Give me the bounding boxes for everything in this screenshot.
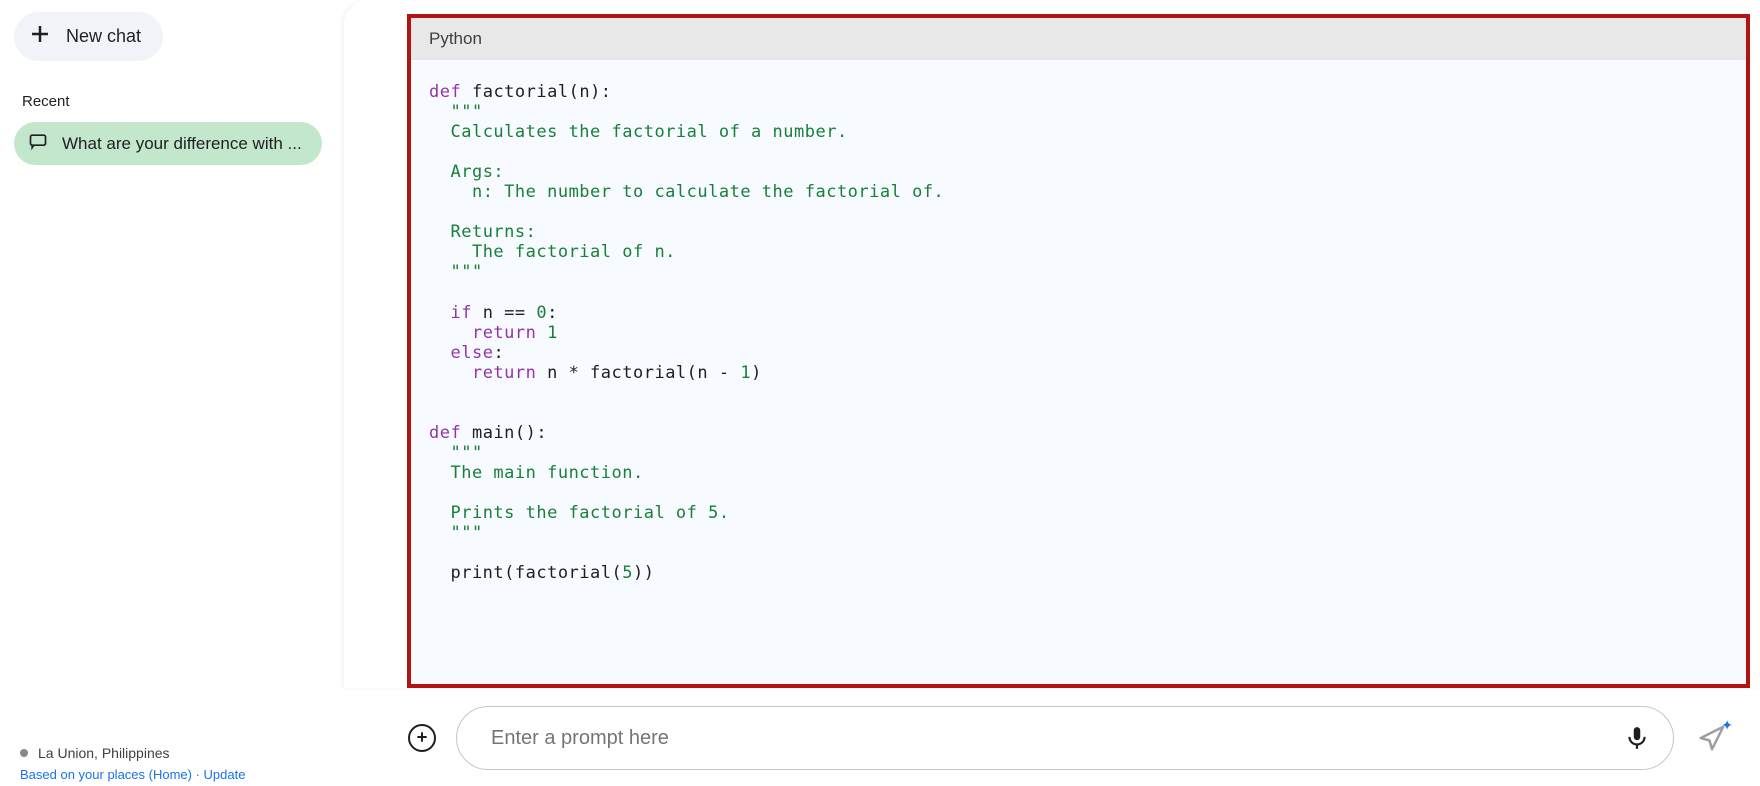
sidebar-footer: La Union, Philippines Based on your plac…: [14, 745, 330, 786]
plus-circle-icon: [414, 729, 430, 748]
sparkle-icon: ✦: [1721, 717, 1733, 734]
chat-icon: [28, 131, 48, 156]
sidebar-item-recent-0[interactable]: What are your difference with ...: [14, 122, 322, 165]
microphone-icon[interactable]: [1623, 724, 1651, 752]
new-chat-label: New chat: [66, 26, 141, 47]
location-text: La Union, Philippines: [38, 745, 170, 761]
send-button[interactable]: ✦: [1694, 720, 1730, 756]
location-dot-icon: [20, 749, 28, 757]
code-language-label: Python: [411, 18, 1746, 60]
code-body: def factorial(n): """ Calculates the fac…: [411, 60, 1746, 605]
prompt-bar: ✦: [344, 688, 1760, 786]
location-sub-link[interactable]: Based on your places (Home) · Update: [20, 767, 324, 782]
content-area: Python def factorial(n): """ Calculates …: [344, 0, 1760, 688]
code-block: Python def factorial(n): """ Calculates …: [407, 14, 1750, 688]
prompt-input[interactable]: [491, 727, 1623, 750]
sidebar: New chat Recent What are your difference…: [0, 0, 344, 786]
prompt-input-wrap: [456, 706, 1674, 770]
plus-icon: [28, 22, 52, 51]
add-button[interactable]: [408, 724, 436, 752]
location-row: La Union, Philippines: [20, 745, 324, 761]
recent-label: Recent: [14, 93, 330, 110]
main-area: Python def factorial(n): """ Calculates …: [344, 0, 1760, 786]
sidebar-item-label: What are your difference with ...: [62, 134, 302, 154]
new-chat-button[interactable]: New chat: [14, 12, 163, 61]
